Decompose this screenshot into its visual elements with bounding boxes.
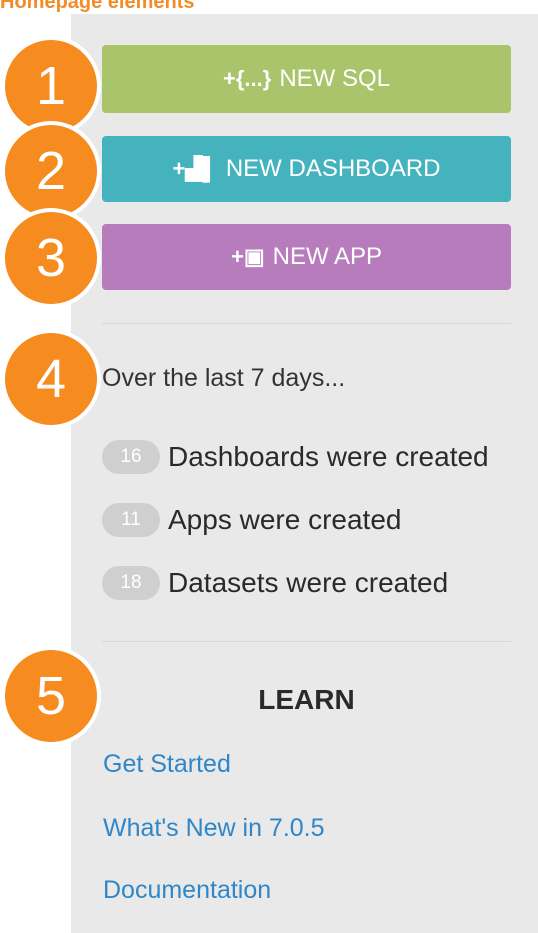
documentation-link[interactable]: Documentation xyxy=(103,876,271,905)
stat-row: 16 Dashboards were created xyxy=(102,440,489,474)
callout-5: 5 xyxy=(5,650,97,742)
new-sql-label: NEW SQL xyxy=(279,65,390,92)
new-app-button[interactable]: +▣ NEW APP xyxy=(102,224,511,290)
sql-icon: +{...} xyxy=(223,66,272,91)
callout-4: 4 xyxy=(5,333,97,425)
new-app-label: NEW APP xyxy=(272,243,382,270)
section-divider xyxy=(102,641,511,642)
stat-row: 11 Apps were created xyxy=(102,503,401,537)
count-badge: 18 xyxy=(102,566,160,600)
stat-row: 18 Datasets were created xyxy=(102,566,448,600)
homepage-screenshot: Homepage elements +{...} NEW SQL +▟▌ NEW… xyxy=(0,0,538,933)
stat-label: Dashboards were created xyxy=(168,441,489,472)
stat-label: Apps were created xyxy=(168,504,402,535)
count-badge: 11 xyxy=(102,503,160,537)
callout-3: 3 xyxy=(5,212,97,304)
section-divider xyxy=(102,323,511,324)
callout-2: 2 xyxy=(5,125,97,217)
callout-1: 1 xyxy=(5,40,97,132)
new-dashboard-label: NEW DASHBOARD xyxy=(225,155,441,182)
page-title: Homepage elements xyxy=(0,0,195,13)
stat-label: Datasets were created xyxy=(168,567,449,598)
stats-intro: Over the last 7 days... xyxy=(102,364,346,392)
new-sql-button[interactable]: +{...} NEW SQL xyxy=(102,45,511,113)
whats-new-link[interactable]: What's New in 7.0.5 xyxy=(103,814,325,843)
learn-heading: LEARN xyxy=(258,684,355,715)
count-badge: 16 xyxy=(102,440,160,474)
new-dashboard-button[interactable]: +▟▌ NEW DASHBOARD xyxy=(102,136,511,202)
get-started-link[interactable]: Get Started xyxy=(103,750,231,779)
dashboard-icon: +▟▌ xyxy=(172,156,218,181)
app-icon: +▣ xyxy=(231,244,265,269)
